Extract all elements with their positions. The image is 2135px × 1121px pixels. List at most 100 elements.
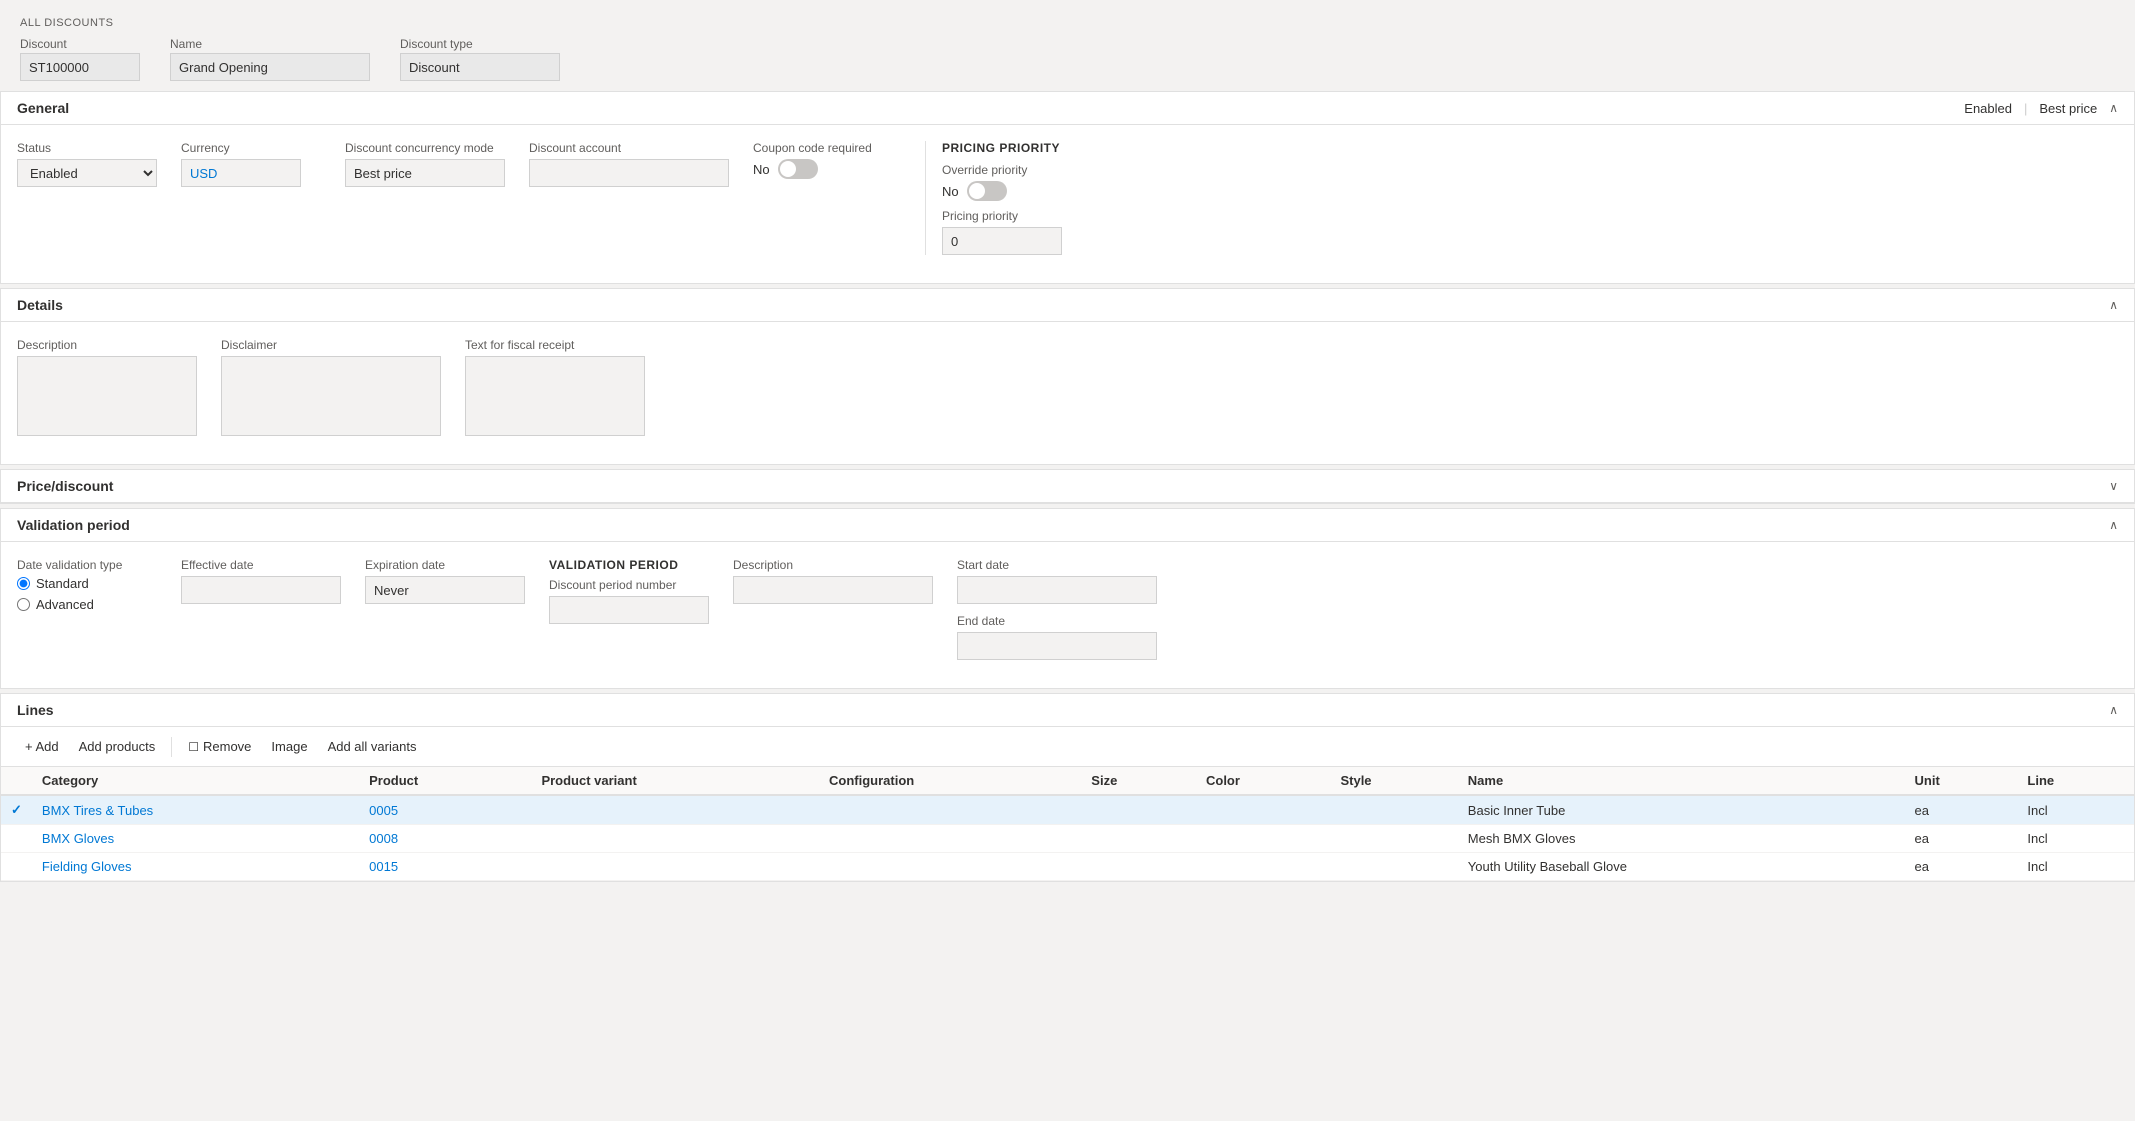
pricing-priority-value[interactable]: 0	[942, 227, 1062, 255]
header-fields: Discount ST100000 Name Grand Opening Dis…	[0, 31, 2135, 91]
pricing-priority-section: PRICING PRIORITY Override priority No Pr…	[925, 141, 1082, 255]
effective-date-label: Effective date	[181, 558, 341, 572]
remove-button[interactable]: ☐ Remove	[180, 735, 259, 758]
vp-description-field: Description	[733, 558, 933, 604]
description-input[interactable]	[17, 356, 197, 436]
disclaimer-input[interactable]	[221, 356, 441, 436]
row-line: Incl	[2017, 825, 2134, 853]
add-button[interactable]: + Add	[17, 735, 67, 758]
row-line: Incl	[2017, 795, 2134, 825]
date-range-group: Start date End date	[957, 558, 1157, 660]
lines-section: Lines ∧ + Add Add products ☐ Remove Imag…	[0, 693, 2135, 882]
general-section-header[interactable]: General Enabled | Best price ∧	[1, 92, 2134, 125]
account-label: Discount account	[529, 141, 729, 155]
row-check-cell[interactable]: ✓	[1, 795, 32, 825]
row-product[interactable]: 0005	[359, 795, 531, 825]
details-section-header[interactable]: Details ∧	[1, 289, 2134, 322]
row-size	[1081, 795, 1196, 825]
override-toggle[interactable]	[967, 181, 1007, 201]
end-date-value[interactable]	[957, 632, 1157, 660]
radio-advanced[interactable]: Advanced	[17, 597, 157, 612]
details-section-body: Description Disclaimer Text for fiscal r…	[1, 322, 2134, 464]
table-row: ✓BMX Tires & Tubes0005Basic Inner Tubeea…	[1, 795, 2134, 825]
account-field: Discount account	[529, 141, 729, 187]
row-product-variant	[531, 825, 819, 853]
row-category[interactable]: BMX Tires & Tubes	[32, 795, 359, 825]
start-date-value[interactable]	[957, 576, 1157, 604]
col-style: Style	[1330, 767, 1457, 795]
coupon-label: Coupon code required	[753, 141, 893, 155]
col-product-variant: Product variant	[531, 767, 819, 795]
validation-period-header[interactable]: Validation period ∧	[1, 509, 2134, 542]
row-category[interactable]: Fielding Gloves	[32, 853, 359, 881]
discount-type-value: Discount	[400, 53, 560, 81]
vp-description-label: Description	[733, 558, 933, 572]
image-button[interactable]: Image	[263, 735, 315, 758]
effective-date-value[interactable]	[181, 576, 341, 604]
override-priority-label: Override priority	[942, 163, 1082, 177]
end-date-field: End date	[957, 614, 1157, 660]
row-product[interactable]: 0015	[359, 853, 531, 881]
coupon-field: Coupon code required No	[753, 141, 893, 179]
lines-section-title: Lines	[17, 702, 54, 718]
radio-advanced-input[interactable]	[17, 598, 30, 611]
add-products-button[interactable]: Add products	[71, 735, 164, 758]
details-chevron-icon: ∧	[2109, 298, 2118, 312]
coupon-value-label: No	[753, 162, 770, 177]
lines-chevron-icon: ∧	[2109, 703, 2118, 717]
expiration-date-value[interactable]: Never	[365, 576, 525, 604]
name-value: Grand Opening	[170, 53, 370, 81]
discount-label: Discount	[20, 37, 140, 51]
lines-table: Category Product Product variant Configu…	[1, 767, 2134, 881]
validation-period-subtitle: VALIDATION PERIOD	[549, 558, 709, 572]
concurrency-label: Discount concurrency mode	[345, 141, 505, 155]
details-section-title: Details	[17, 297, 63, 313]
price-discount-title: Price/discount	[17, 478, 113, 494]
currency-value[interactable]: USD	[181, 159, 301, 187]
row-color	[1196, 853, 1330, 881]
col-size: Size	[1081, 767, 1196, 795]
col-check	[1, 767, 32, 795]
row-size	[1081, 853, 1196, 881]
general-section: General Enabled | Best price ∧ Status En…	[0, 91, 2135, 284]
account-value[interactable]	[529, 159, 729, 187]
coupon-toggle[interactable]	[778, 159, 818, 179]
row-size	[1081, 825, 1196, 853]
pricing-priority-title: PRICING PRIORITY	[942, 141, 1082, 155]
status-select[interactable]: Enabled Disabled	[17, 159, 157, 187]
radio-standard[interactable]: Standard	[17, 576, 157, 591]
row-product-variant	[531, 795, 819, 825]
col-configuration: Configuration	[819, 767, 1081, 795]
lines-table-container: Category Product Product variant Configu…	[1, 767, 2134, 881]
discount-period-value[interactable]	[549, 596, 709, 624]
radio-advanced-label: Advanced	[36, 597, 94, 612]
col-category: Category	[32, 767, 359, 795]
price-discount-header[interactable]: Price/discount ∨	[1, 470, 2134, 503]
row-style	[1330, 795, 1457, 825]
row-category[interactable]: BMX Gloves	[32, 825, 359, 853]
lines-section-header[interactable]: Lines ∧	[1, 694, 2134, 727]
remove-label: Remove	[203, 739, 251, 754]
radio-standard-input[interactable]	[17, 577, 30, 590]
fiscal-input[interactable]	[465, 356, 645, 436]
row-product[interactable]: 0008	[359, 825, 531, 853]
radio-standard-label: Standard	[36, 576, 89, 591]
pricing-priority-field: Pricing priority 0	[942, 209, 1082, 255]
lines-toolbar: + Add Add products ☐ Remove Image Add al…	[1, 727, 2134, 767]
row-check-cell[interactable]	[1, 853, 32, 881]
general-section-title: General	[17, 100, 69, 116]
general-status-badge: Enabled	[1964, 101, 2012, 116]
currency-field: Currency USD	[181, 141, 321, 187]
add-all-variants-button[interactable]: Add all variants	[320, 735, 425, 758]
override-toggle-field: No	[942, 181, 1082, 201]
name-label: Name	[170, 37, 370, 51]
row-configuration	[819, 825, 1081, 853]
vp-description-value[interactable]	[733, 576, 933, 604]
col-product: Product	[359, 767, 531, 795]
table-row: Fielding Gloves0015Youth Utility Basebal…	[1, 853, 2134, 881]
row-name: Basic Inner Tube	[1458, 795, 1905, 825]
row-style	[1330, 825, 1457, 853]
row-line: Incl	[2017, 853, 2134, 881]
row-check-cell[interactable]	[1, 825, 32, 853]
breadcrumb: ALL DISCOUNTS	[20, 17, 114, 29]
